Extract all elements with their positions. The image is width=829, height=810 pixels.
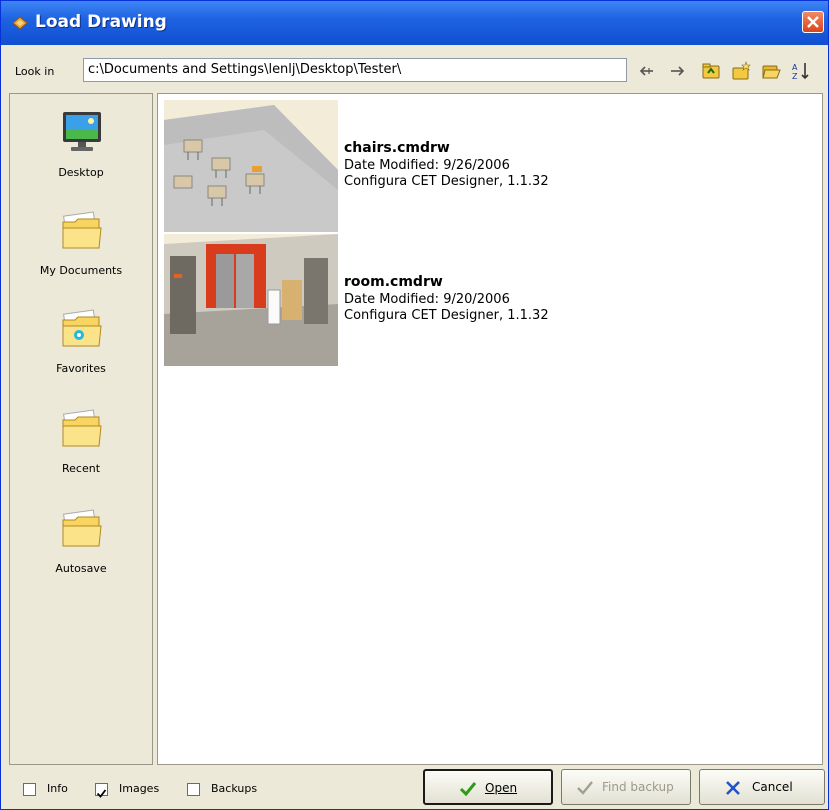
close-button[interactable]: [802, 11, 824, 33]
info-label: Info: [47, 782, 68, 795]
file-creator: Configura CET Designer, 1.1.32: [344, 174, 549, 189]
title-bar[interactable]: Load Drawing: [1, 1, 828, 45]
open-label: Open: [485, 781, 518, 795]
places-bar: Desktop My Documents Favorites Recent Au…: [9, 93, 153, 765]
favorites-folder-icon: [59, 306, 105, 352]
checkmark-icon: [459, 781, 477, 800]
open-folder-icon[interactable]: [761, 61, 781, 81]
file-list[interactable]: chairs.cmdrw Date Modified: 9/26/2006 Co…: [157, 93, 823, 765]
place-my-documents[interactable]: My Documents: [10, 208, 152, 298]
new-folder-icon[interactable]: [731, 61, 751, 81]
drawing-thumbnail: [164, 100, 338, 232]
place-autosave[interactable]: Autosave: [10, 506, 152, 596]
place-label: My Documents: [39, 264, 123, 277]
drawing-thumbnail: [164, 234, 338, 366]
file-name: chairs.cmdrw: [344, 140, 450, 156]
look-in-label: Look in: [15, 65, 55, 78]
checkmark-icon: [576, 780, 594, 799]
cancel-button[interactable]: Cancel: [699, 769, 825, 805]
place-desktop[interactable]: Desktop: [10, 110, 152, 200]
folder-icon: [59, 208, 105, 254]
images-checkbox[interactable]: [95, 783, 108, 798]
file-name: room.cmdrw: [344, 274, 443, 290]
svg-text:A: A: [792, 63, 798, 72]
up-folder-icon[interactable]: [701, 61, 721, 81]
close-icon: [807, 16, 819, 28]
svg-text:Z: Z: [792, 72, 798, 81]
folder-icon: [59, 506, 105, 552]
file-date-modified: Date Modified: 9/26/2006: [344, 158, 510, 173]
place-label: Desktop: [58, 166, 104, 179]
file-item-chairs[interactable]: chairs.cmdrw Date Modified: 9/26/2006 Co…: [164, 100, 664, 232]
place-recent[interactable]: Recent: [10, 406, 152, 496]
app-icon: [11, 14, 29, 32]
window-title: Load Drawing: [35, 12, 167, 32]
cancel-label: Cancel: [752, 780, 793, 794]
load-drawing-dialog: Load Drawing Look in c:\Documents and Se…: [0, 0, 829, 810]
find-backup-button[interactable]: Find backup: [561, 769, 691, 805]
look-in-path-field[interactable]: c:\Documents and Settings\lenlj\Desktop\…: [83, 58, 627, 82]
place-label: Favorites: [56, 362, 106, 375]
x-icon: [724, 780, 742, 799]
file-item-room[interactable]: room.cmdrw Date Modified: 9/20/2006 Conf…: [164, 234, 664, 366]
images-label: Images: [119, 782, 160, 795]
folder-icon: [59, 406, 105, 452]
file-date-modified: Date Modified: 9/20/2006: [344, 292, 510, 307]
find-backup-label: Find backup: [602, 780, 674, 794]
desktop-icon: [59, 110, 105, 156]
back-arrow-icon[interactable]: [637, 61, 657, 81]
checkmark-icon: [96, 789, 107, 798]
place-label: Recent: [61, 462, 101, 475]
info-checkbox[interactable]: [23, 783, 36, 796]
forward-arrow-icon[interactable]: [667, 61, 687, 81]
sort-icon[interactable]: A Z: [791, 61, 811, 81]
backups-checkbox[interactable]: [187, 783, 200, 796]
open-button[interactable]: Open: [423, 769, 553, 805]
place-label: Autosave: [55, 562, 107, 575]
place-favorites[interactable]: Favorites: [10, 306, 152, 396]
file-creator: Configura CET Designer, 1.1.32: [344, 308, 549, 323]
backups-label: Backups: [211, 782, 258, 795]
